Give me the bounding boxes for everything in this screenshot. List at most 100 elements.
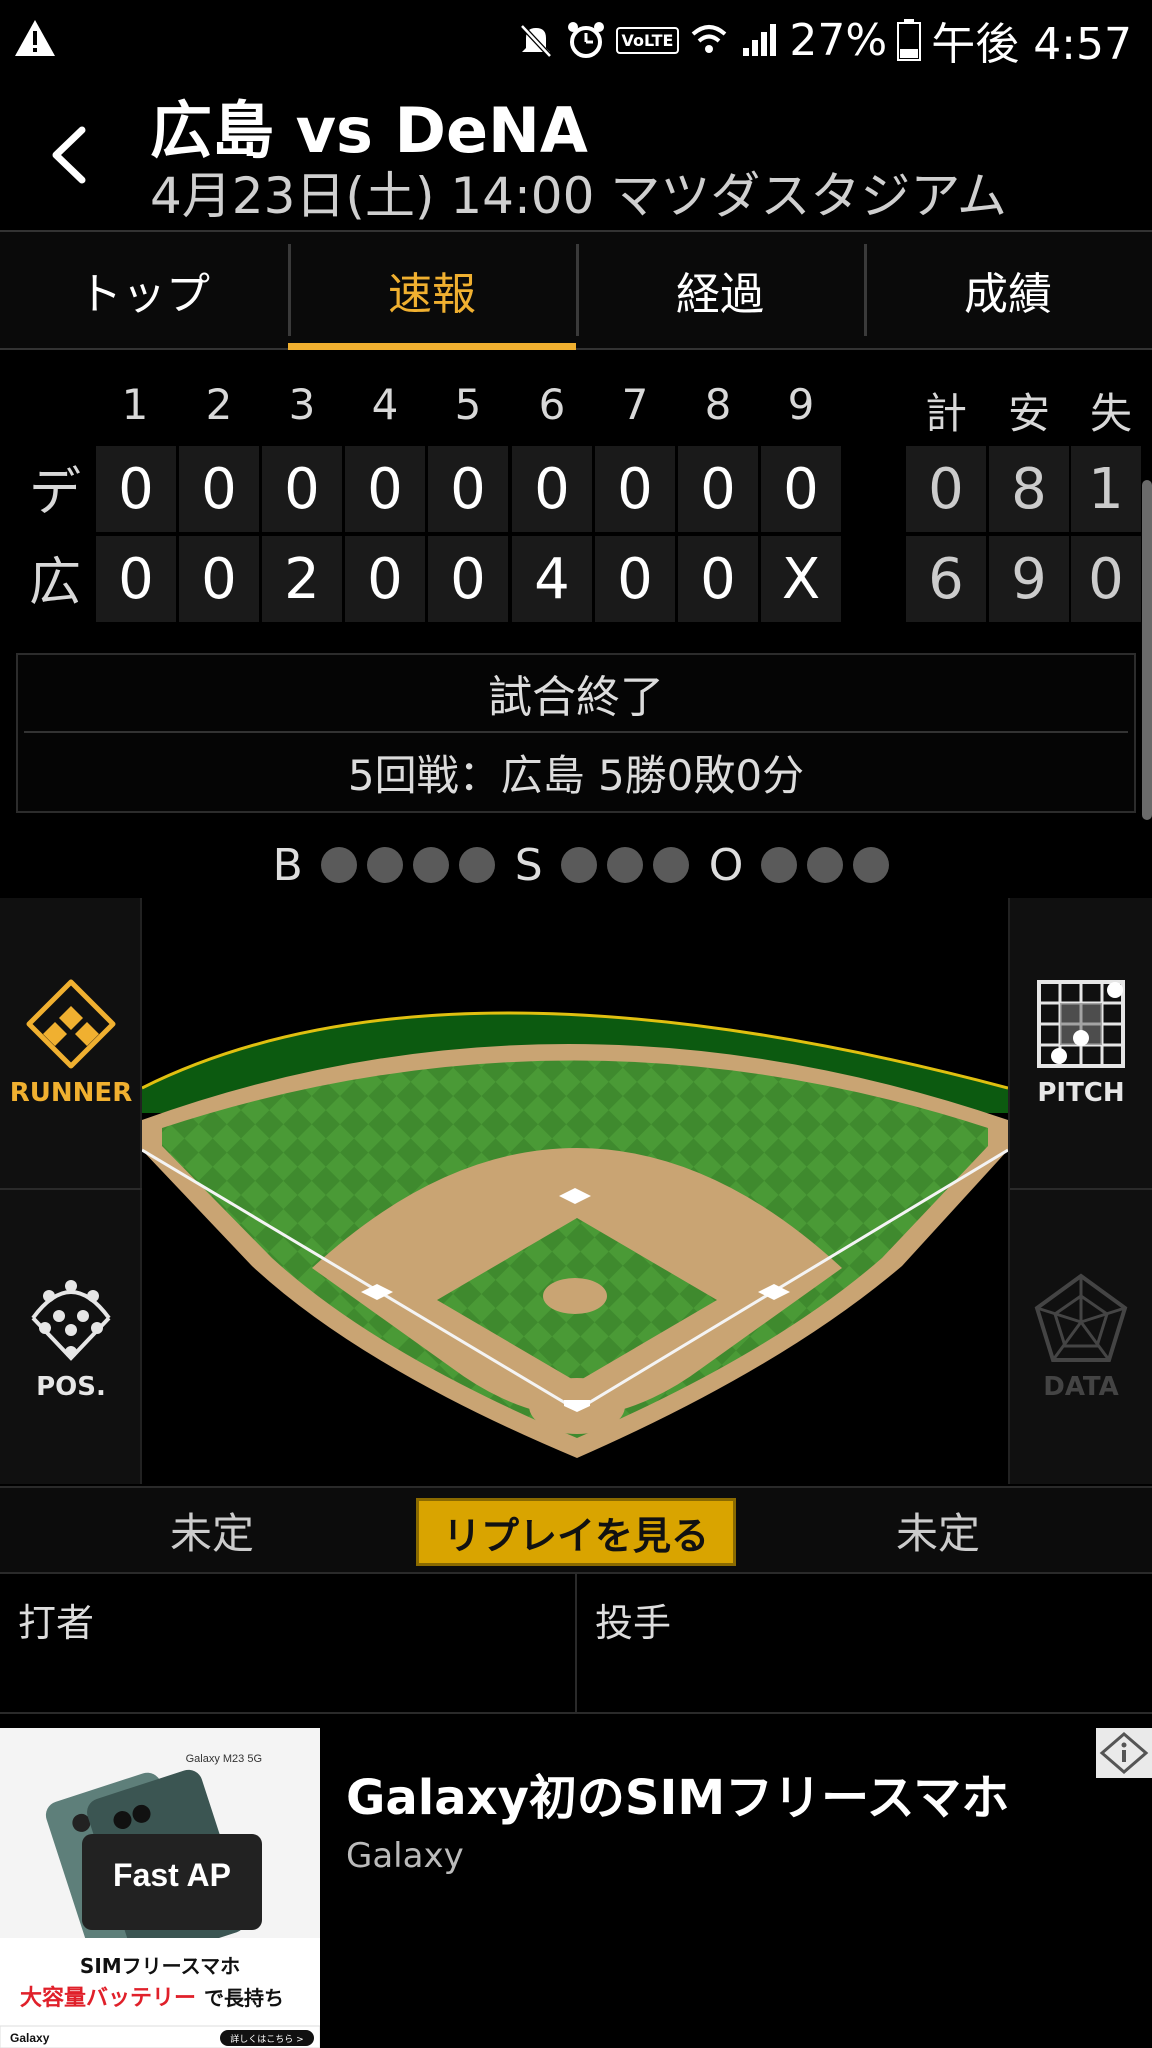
score-cell: 0: [345, 536, 425, 622]
clock: 午後 4:57: [931, 19, 1132, 70]
pitch-button[interactable]: PITCH: [1010, 898, 1152, 1190]
battery-icon: [897, 19, 922, 61]
battery-percent: 27%: [789, 14, 888, 66]
hits-header: 安: [1007, 389, 1050, 438]
ad-info-icon[interactable]: [1096, 1728, 1152, 1778]
inning-header: 5: [454, 380, 482, 429]
batter-label: 打者: [18, 1601, 95, 1645]
back-arrow-icon[interactable]: [40, 120, 100, 190]
tab-stats[interactable]: 成績: [864, 232, 1152, 348]
score-cell: 0: [512, 446, 592, 532]
total-hits: 9: [989, 536, 1069, 622]
tab-progress[interactable]: 経過: [576, 232, 864, 348]
total-runs: 0: [906, 446, 986, 532]
score-cell: 0: [595, 536, 675, 622]
runner-label: RUNNER: [9, 1078, 133, 1108]
ad-footer-cta[interactable]: 詳しくはこちら >: [230, 2033, 303, 2045]
score-cell: 0: [96, 536, 176, 622]
signal-icon: [743, 24, 777, 56]
batter-pitcher-panel: 打者 投手: [0, 1572, 1152, 1714]
warning-icon: [15, 20, 55, 56]
pos-label: POS.: [36, 1372, 106, 1402]
game-state: 試合終了: [24, 655, 1128, 733]
score-cell: 0: [428, 536, 508, 622]
ball-dot: [412, 847, 449, 883]
ad-line2-rest: で長持ち: [204, 1986, 284, 2010]
ad-brand: Galaxy: [346, 1836, 464, 1876]
ball-dot: [458, 847, 495, 883]
score-cell: 0: [179, 536, 259, 622]
score-cell: 0: [595, 446, 675, 532]
score-cell: 0: [428, 446, 508, 532]
out-dot: [761, 847, 798, 883]
radar-chart-icon: [1034, 1273, 1128, 1362]
ad-line1: SIMフリースマホ: [80, 1954, 240, 1978]
inning-header: 7: [621, 380, 649, 429]
left-panel: RUNNER POS.: [0, 898, 142, 1484]
replay-bar: 未定 リプレイを見る 未定: [0, 1486, 1152, 1572]
baseball-field: [142, 898, 1008, 1484]
status-bar: VoLTE 27% 午後 4:57: [0, 0, 1152, 80]
data-button[interactable]: DATA: [1010, 1192, 1152, 1482]
ad-line2-red: 大容量バッテリー: [20, 1985, 196, 2011]
right-undetermined: 未定: [896, 1508, 981, 1558]
score-cell: 0: [262, 446, 342, 532]
ball-strike-out-count: B S O: [0, 830, 1152, 900]
scoreboard: 1 2 3 4 5 6 7 8 9 計 安 失 デ 0 0 0 0 0 0 0 …: [0, 350, 1152, 630]
volte-badge: VoLTE: [615, 26, 680, 54]
advertisement[interactable]: Fast AP Galaxy M23 5G SIMフリースマホ 大容量バッテリー…: [0, 1728, 1152, 2048]
strike-dot: [560, 847, 597, 883]
inning-header: 2: [205, 380, 233, 429]
pitcher-label: 投手: [595, 1601, 672, 1645]
score-cell: 4: [512, 536, 592, 622]
score-cell: 0: [179, 446, 259, 532]
out-dot: [807, 847, 844, 883]
alarm-icon: [567, 22, 604, 58]
score-cell: 0: [678, 536, 758, 622]
ad-image[interactable]: Fast AP Galaxy M23 5G SIMフリースマホ 大容量バッテリー…: [0, 1728, 320, 2048]
inning-header: 9: [787, 380, 815, 429]
right-panel: PITCH DATA: [1008, 898, 1152, 1484]
out-label: O: [708, 839, 744, 891]
game-status-box: 試合終了 5回戦：広島 5勝0敗0分: [16, 653, 1136, 813]
score-cell: 2: [262, 536, 342, 622]
strike-dot: [606, 847, 643, 883]
ball-label: B: [272, 839, 303, 891]
ad-footer-brand: Galaxy: [10, 2031, 50, 2045]
score-cell: 0: [761, 446, 841, 532]
total-runs: 6: [906, 536, 986, 622]
tab-live[interactable]: 速報: [288, 232, 576, 350]
wifi-icon: [692, 25, 727, 53]
data-label: DATA: [1043, 1372, 1119, 1402]
total-runs-header: 計: [924, 389, 967, 438]
total-errors: 0: [1071, 536, 1141, 622]
team-abbr-away: デ: [28, 463, 81, 523]
runner-diamond-icon: [26, 979, 116, 1069]
score-cell: 0: [345, 446, 425, 532]
mute-icon: [519, 24, 552, 58]
game-date-venue: 4月23日(土) 14:00 マツダスタジアム: [150, 167, 1007, 225]
strike-dot: [652, 847, 689, 883]
tab-bar: トップ 速報 経過 成績: [0, 230, 1152, 350]
left-undetermined: 未定: [170, 1508, 255, 1558]
total-errors: 1: [1071, 446, 1141, 532]
total-hits: 8: [989, 446, 1069, 532]
tab-top[interactable]: トップ: [0, 232, 288, 348]
ball-dot: [320, 847, 357, 883]
ad-model-text: Galaxy M23 5G: [186, 1753, 262, 1765]
ad-title[interactable]: Galaxy初のSIMフリースマホ: [346, 1758, 1009, 1828]
inning-header: 1: [121, 380, 149, 429]
inning-header: 6: [538, 380, 566, 429]
series-record: 5回戦：広島 5勝0敗0分: [347, 750, 805, 800]
pitch-label: PITCH: [1037, 1078, 1125, 1108]
score-cell: 0: [678, 446, 758, 532]
runner-button[interactable]: RUNNER: [0, 898, 142, 1190]
scroll-indicator[interactable]: [1142, 480, 1152, 820]
ball-dot: [366, 847, 403, 883]
score-cell: X: [761, 536, 841, 622]
inning-header: 4: [371, 380, 399, 429]
score-cell: 0: [96, 446, 176, 532]
pitch-grid-icon: [1037, 980, 1125, 1068]
watch-replay-button[interactable]: リプレイを見る: [416, 1498, 736, 1566]
pos-button[interactable]: POS.: [0, 1192, 142, 1482]
